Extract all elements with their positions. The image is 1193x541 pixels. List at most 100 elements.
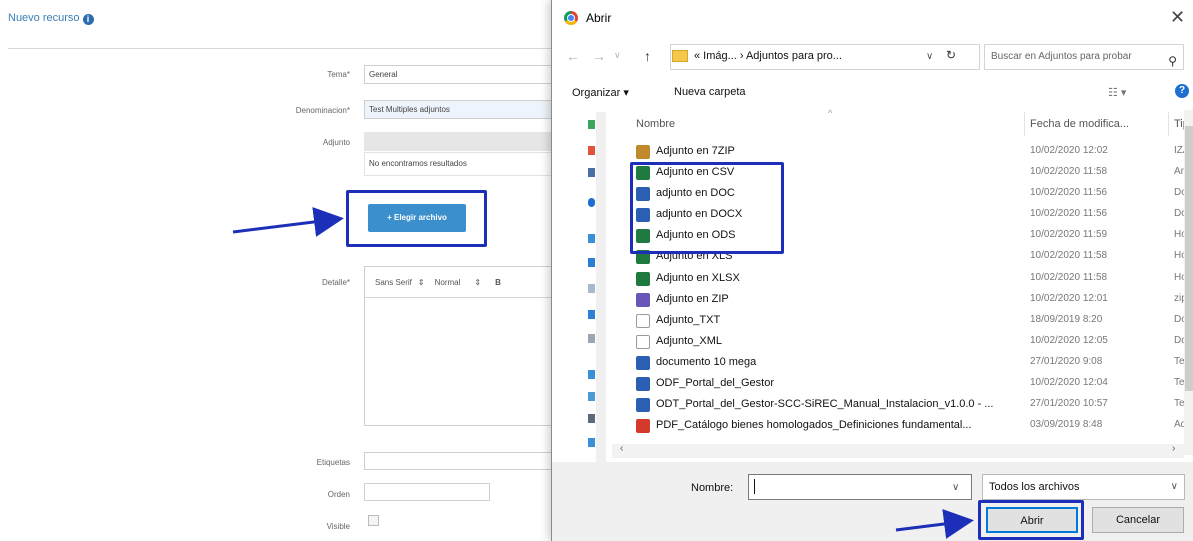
file-name: Adjunto en ZIP — [656, 292, 729, 305]
file-name: PDF_Catálogo bienes homologados_Definici… — [656, 419, 972, 432]
file-name: ODF_Portal_del_Gestor — [656, 377, 774, 390]
drive-icon[interactable] — [588, 414, 595, 423]
file-date: 10/02/2020 12:02 — [1030, 145, 1108, 156]
nav-item-icon[interactable] — [588, 120, 595, 129]
file-row[interactable]: ODT_Portal_del_Gestor-SCC-SiREC_Manual_I… — [632, 395, 1187, 416]
help-icon[interactable]: ? — [1175, 84, 1189, 98]
nav-item-icon[interactable] — [588, 168, 595, 177]
file-date: 27/01/2020 10:57 — [1030, 398, 1108, 410]
orden-label: Orden — [327, 490, 350, 499]
adjunto-search-bar[interactable] — [364, 132, 554, 151]
file-row[interactable]: ODF_Portal_del_Gestor10/02/2020 12:04Tex — [632, 374, 1187, 395]
scroll-right-icon[interactable]: › — [1172, 443, 1175, 454]
bold-button[interactable]: B — [495, 278, 501, 287]
file-row[interactable]: Adjunto en ZIP 10/02/2020 12:01 zip — [632, 290, 1187, 311]
file-date: 03/09/2019 8:48 — [1030, 419, 1103, 431]
file-name: Adjunto en 7ZIP — [656, 145, 735, 157]
pictures-icon[interactable] — [588, 334, 595, 343]
horizontal-scrollbar[interactable] — [612, 444, 1184, 458]
cancel-button[interactable]: Cancelar — [1092, 507, 1184, 533]
column-divider — [1024, 112, 1025, 136]
organize-menu[interactable]: Organizar ▾ — [572, 86, 629, 99]
desktop-icon[interactable] — [588, 310, 595, 319]
file-row[interactable]: Adjunto_XML 10/02/2020 12:05 Do — [632, 332, 1187, 353]
tema-label: Tema* — [327, 70, 350, 79]
sort-up-icon: ^ — [828, 108, 833, 118]
file-date: 10/02/2020 11:58 — [1030, 271, 1108, 283]
text-file-icon — [636, 313, 650, 328]
list-scroll-thumb[interactable] — [1185, 126, 1193, 391]
up-arrow-icon[interactable]: ↑ — [644, 48, 651, 64]
view-options-icon[interactable]: ☷ ▾ — [1108, 86, 1126, 99]
file-date: 10/02/2020 12:01 — [1030, 292, 1108, 304]
search-icon: ⚲ — [1168, 54, 1177, 68]
file-name: Adjunto_TXT — [656, 313, 721, 326]
this-pc-icon[interactable] — [588, 234, 595, 243]
filename-dropdown-icon[interactable]: ∨ — [952, 482, 959, 493]
text-caret — [754, 479, 755, 494]
nav-pane-scrollbar[interactable] — [596, 112, 606, 468]
size-chevron-icon: ⇕ — [474, 277, 482, 287]
address-dropdown-icon[interactable]: ∨ — [926, 51, 933, 62]
videos-icon[interactable] — [588, 392, 595, 401]
selected-files-highlight — [630, 162, 784, 254]
open-button[interactable]: Abrir — [986, 507, 1078, 533]
onedrive-icon[interactable] — [588, 198, 595, 207]
info-icon[interactable]: i — [82, 14, 94, 25]
font-select[interactable]: Sans Serif — [375, 278, 412, 287]
search-input[interactable]: Buscar en Adjuntos para probar ⚲ — [984, 44, 1184, 70]
search-placeholder: Buscar en Adjuntos para probar — [991, 51, 1132, 62]
downloads-icon[interactable] — [588, 258, 595, 267]
writer-icon — [636, 355, 650, 370]
filename-label: Nombre: — [691, 482, 734, 494]
detalle-editor[interactable]: Sans Serif ⇕ Normal ⇕ B — [364, 266, 554, 426]
archive-icon — [636, 145, 650, 159]
close-icon[interactable]: ✕ — [1170, 7, 1185, 28]
file-name: ODT_Portal_del_Gestor-SCC-SiREC_Manual_I… — [656, 398, 994, 411]
nav-item-icon[interactable] — [588, 146, 595, 155]
column-name-header[interactable]: Nombre — [636, 110, 675, 138]
visible-checkbox[interactable] — [368, 515, 379, 526]
new-folder-button[interactable]: Nueva carpeta — [674, 86, 746, 98]
size-select[interactable]: Normal — [435, 278, 461, 287]
denominacion-input[interactable]: Test Multiples adjuntos — [364, 100, 554, 119]
file-date: 10/02/2020 12:05 — [1030, 334, 1108, 346]
writer-icon — [636, 377, 650, 392]
choose-file-button[interactable]: + Elegir archivo — [368, 204, 466, 232]
filename-input[interactable] — [748, 474, 972, 500]
file-date: 10/02/2020 11:56 — [1030, 187, 1108, 199]
etiquetas-input[interactable] — [364, 452, 554, 470]
breadcrumb[interactable]: « Imág... › Adjuntos para pro... — [694, 50, 842, 62]
network-icon[interactable] — [588, 438, 595, 447]
file-date: 27/01/2020 9:08 — [1030, 355, 1103, 367]
refresh-icon[interactable]: ↻ — [946, 48, 956, 62]
adjunto-empty-result: No encontramos resultados — [364, 152, 554, 176]
back-arrow-icon[interactable]: ← — [566, 48, 580, 64]
file-row[interactable]: Adjunto_TXT 18/09/2019 8:20 Do — [632, 311, 1187, 332]
editor-toolbar: Sans Serif ⇕ Normal ⇕ B — [365, 267, 553, 298]
file-row[interactable]: PDF_Catálogo bienes homologados_Definici… — [632, 416, 1187, 437]
excel-icon — [636, 271, 650, 286]
writer-icon — [636, 398, 650, 413]
tema-select[interactable]: General — [364, 65, 554, 84]
file-row[interactable]: Adjunto en XLSX 10/02/2020 11:58 Ho — [632, 269, 1187, 290]
music-icon[interactable] — [588, 370, 595, 379]
visible-label: Visible — [326, 522, 350, 531]
file-row[interactable]: Adjunto en 7ZIP10/02/2020 12:02IZA — [632, 142, 1187, 163]
file-type-filter[interactable]: Todos los archivos ∨ — [982, 474, 1185, 500]
column-date-header[interactable]: Fecha de modifica... — [1030, 110, 1129, 138]
dialog-titlebar: Abrir ✕ — [552, 0, 1193, 36]
open-file-dialog: Abrir ✕ ← → ∨ ↑ « Imág... › Adjuntos par… — [551, 0, 1193, 541]
forward-arrow-icon[interactable]: → — [592, 48, 606, 64]
font-chevron-icon: ⇕ — [417, 277, 425, 287]
file-date: 10/02/2020 11:59 — [1030, 229, 1108, 241]
file-date: 10/02/2020 12:04 — [1030, 377, 1108, 389]
documents-icon[interactable] — [588, 284, 595, 293]
scroll-left-icon[interactable]: ‹ — [620, 443, 623, 454]
etiquetas-label: Etiquetas — [316, 458, 350, 467]
orden-input[interactable] — [364, 483, 490, 501]
recent-dropdown-icon[interactable]: ∨ — [614, 50, 621, 61]
file-date: 10/02/2020 11:56 — [1030, 208, 1108, 220]
text-file-icon — [636, 334, 650, 349]
file-row[interactable]: documento 10 mega27/01/2020 9:08Tex — [632, 353, 1187, 374]
